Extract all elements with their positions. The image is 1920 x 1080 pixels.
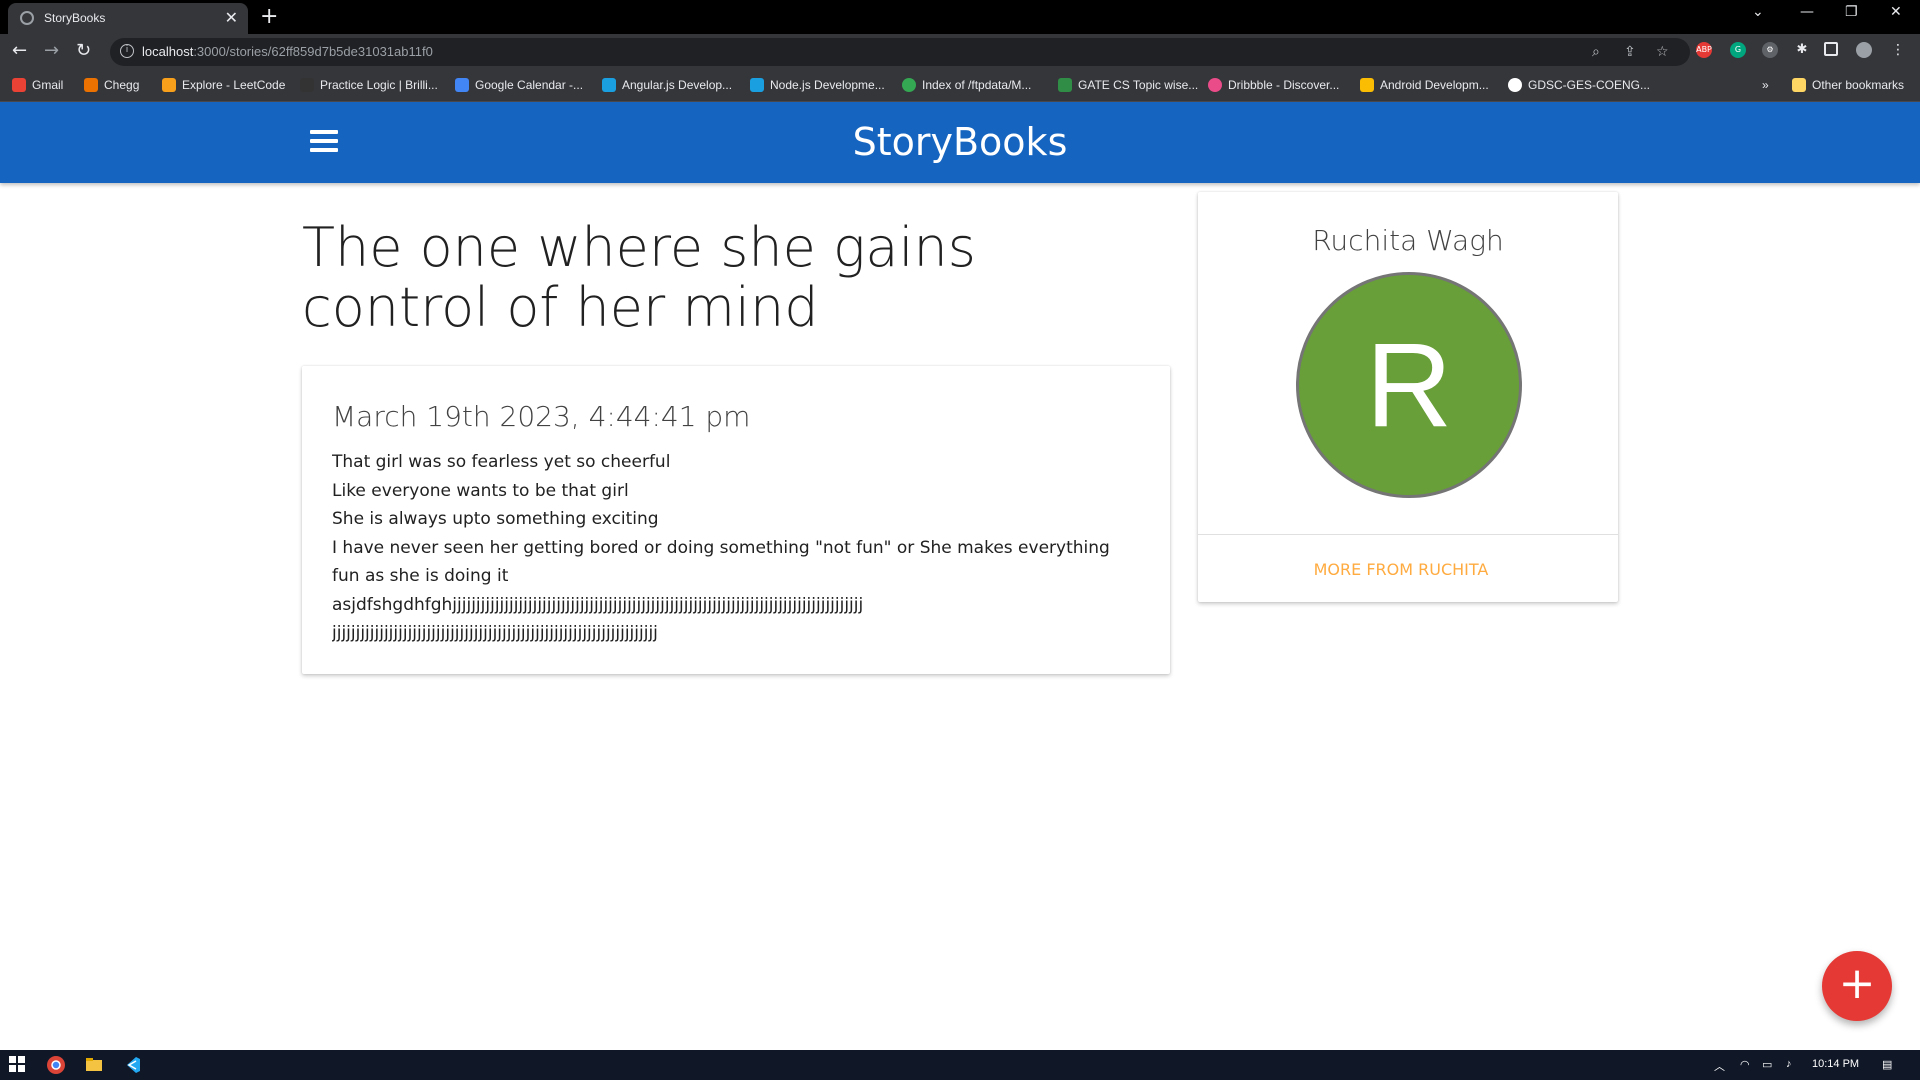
bookmark-brilliant[interactable]: Practice Logic | Brilli... xyxy=(300,78,438,92)
globe-icon xyxy=(902,78,916,92)
brilliant-icon xyxy=(300,78,314,92)
bookmark-android[interactable]: Android Developm... xyxy=(1360,78,1489,92)
bookmark-label: Dribbble - Discover... xyxy=(1228,78,1340,92)
more-bookmarks-button[interactable]: » xyxy=(1762,78,1769,92)
browser-tab[interactable]: StoryBooks ✕ xyxy=(8,3,248,34)
share-icon[interactable]: ⇪ xyxy=(1624,44,1636,60)
bookmark-label: Angular.js Develop... xyxy=(622,78,733,92)
bookmark-dribbble[interactable]: Dribbble - Discover... xyxy=(1208,78,1339,92)
chegg-icon xyxy=(84,78,98,92)
bookmark-label: Google Calendar -... xyxy=(475,78,584,92)
notifications-icon[interactable]: ▤ xyxy=(1882,1058,1892,1071)
adblock-extension-icon[interactable]: ABP xyxy=(1696,42,1712,58)
story-line: I have never seen her getting bored or d… xyxy=(332,537,1110,587)
tab-search-icon[interactable]: ⌄ xyxy=(1752,4,1764,20)
story-line: She is always upto something exciting xyxy=(332,509,659,529)
brand-logo[interactable]: StoryBooks xyxy=(0,120,1920,164)
site-info-icon[interactable]: i xyxy=(120,44,134,58)
puzzle-extensions-icon[interactable]: ✱ xyxy=(1794,42,1810,58)
leetcode-icon xyxy=(162,78,176,92)
add-story-fab[interactable]: + xyxy=(1822,951,1892,1021)
bookmark-ftpdata[interactable]: Index of /ftpdata/M... xyxy=(902,78,1031,92)
close-window-icon[interactable]: ✕ xyxy=(1890,4,1902,20)
volume-icon[interactable]: ♪ xyxy=(1786,1058,1792,1070)
bookmark-label: Chegg xyxy=(104,78,140,92)
calendar-icon xyxy=(455,78,469,92)
author-avatar: R xyxy=(1296,272,1522,498)
side-panel-icon[interactable] xyxy=(1824,42,1838,56)
reload-icon[interactable]: ↻ xyxy=(76,40,91,61)
bookmark-google-calendar[interactable]: Google Calendar -... xyxy=(455,78,583,92)
is-icon xyxy=(750,78,764,92)
drive-icon xyxy=(1360,78,1374,92)
windows-start-icon[interactable] xyxy=(8,1055,28,1075)
more-from-author-link[interactable]: MORE FROM RUCHITA xyxy=(1198,560,1604,579)
bookmark-nodejs[interactable]: Node.js Developme... xyxy=(750,78,885,92)
back-icon[interactable]: ← xyxy=(12,40,27,61)
bookmark-star-icon[interactable]: ☆ xyxy=(1656,44,1669,60)
url-path: :3000/stories/62ff859d7b5de31031ab11f0 xyxy=(193,44,433,59)
bookmark-angular[interactable]: Angular.js Develop... xyxy=(602,78,732,92)
bookmark-label: Practice Logic | Brilli... xyxy=(320,78,438,92)
story-line: asjdfshgdhfghjjjjjjjjjjjjjjjjjjjjjjjjjjj… xyxy=(332,594,864,615)
bookmark-label: GDSC-GES-COENG... xyxy=(1528,78,1651,92)
tab-close-icon[interactable]: ✕ xyxy=(225,8,238,27)
tab-title: StoryBooks xyxy=(44,11,106,25)
zoom-icon[interactable]: ⌕ xyxy=(1592,44,1600,60)
bookmark-label: Explore - LeetCode xyxy=(182,78,286,92)
other-bookmarks[interactable]: Other bookmarks xyxy=(1792,78,1904,92)
browser-tabstrip: StoryBooks ✕ + ⌄ — ❐ ✕ xyxy=(0,0,1920,34)
gmail-icon xyxy=(12,78,26,92)
story-line: Like everyone wants to be that girl xyxy=(332,480,629,501)
bookmark-gdsc[interactable]: GDSC-GES-COENG... xyxy=(1508,78,1650,92)
app-navbar: StoryBooks xyxy=(0,102,1920,183)
bookmark-label: Android Developm... xyxy=(1380,78,1489,92)
author-name: Ruchita Wagh xyxy=(1312,224,1504,257)
story-line: jjjjjjjjjjjjjjjjjjjjjjjjjjjjjjjjjjjjjjjj… xyxy=(332,623,658,643)
story-body: That girl was so fearless yet so cheerfu… xyxy=(332,448,1142,648)
story-date: March 19th 2023, 4:44:41 pm xyxy=(332,400,751,433)
bookmark-gmail[interactable]: Gmail xyxy=(12,78,63,92)
bookmark-label: Index of /ftpdata/M... xyxy=(922,78,1032,92)
vscode-icon[interactable] xyxy=(122,1055,142,1075)
new-tab-button[interactable]: + xyxy=(260,4,278,29)
folder-icon xyxy=(1792,78,1806,92)
battery-icon[interactable]: ▭ xyxy=(1762,1058,1772,1071)
bookmark-label: Gmail xyxy=(32,78,64,92)
author-card: Ruchita Wagh R MORE FROM RUCHITA xyxy=(1198,192,1618,602)
address-bar[interactable]: i localhost:3000/stories/62ff859d7b5de31… xyxy=(110,38,1690,66)
wifi-icon[interactable]: ◠ xyxy=(1740,1058,1750,1071)
bookmark-label: GATE CS Topic wise... xyxy=(1078,78,1199,92)
url-text: localhost:3000/stories/62ff859d7b5de3103… xyxy=(142,44,433,59)
story-card: March 19th 2023, 4:44:41 pm That girl wa… xyxy=(302,366,1170,674)
browser-menu-icon[interactable]: ⋮ xyxy=(1890,42,1906,58)
story-line: That girl was so fearless yet so cheerfu… xyxy=(332,452,671,472)
is-icon xyxy=(602,78,616,92)
profile-avatar[interactable] xyxy=(1856,42,1872,58)
globe-icon xyxy=(20,11,34,25)
file-explorer-icon[interactable] xyxy=(84,1055,104,1075)
bookmark-leetcode[interactable]: Explore - LeetCode xyxy=(162,78,285,92)
tray-chevron-icon[interactable]: ︿ xyxy=(1714,1058,1725,1074)
card-divider xyxy=(1198,534,1618,535)
other-bookmarks-label: Other bookmarks xyxy=(1812,78,1905,92)
taskbar-clock[interactable]: 10:14 PM xyxy=(1812,1058,1859,1070)
chrome-taskbar-icon[interactable] xyxy=(46,1055,66,1075)
github-icon xyxy=(1508,78,1522,92)
forward-icon[interactable]: → xyxy=(44,40,59,61)
restore-icon[interactable]: ❐ xyxy=(1845,4,1858,20)
browser-toolbar: ← → ↻ i localhost:3000/stories/62ff859d7… xyxy=(0,34,1920,70)
minimize-icon[interactable]: — xyxy=(1800,4,1814,20)
bookmark-label: Node.js Developme... xyxy=(770,78,885,92)
extension-icon[interactable]: ⚙ xyxy=(1762,42,1778,58)
bookmark-gate-cs[interactable]: GATE CS Topic wise... xyxy=(1058,78,1198,92)
bookmarks-bar: Gmail Chegg Explore - LeetCode Practice … xyxy=(0,70,1920,102)
dribbble-icon xyxy=(1208,78,1222,92)
bookmark-chegg[interactable]: Chegg xyxy=(84,78,139,92)
gfg-icon xyxy=(1058,78,1072,92)
windows-taskbar: ︿ ◠ ▭ ♪ 10:14 PM ▤ xyxy=(0,1050,1920,1080)
url-host: localhost xyxy=(142,44,194,59)
grammar-extension-icon[interactable]: G xyxy=(1730,42,1746,58)
story-title: The one where she gains control of her m… xyxy=(302,216,976,339)
